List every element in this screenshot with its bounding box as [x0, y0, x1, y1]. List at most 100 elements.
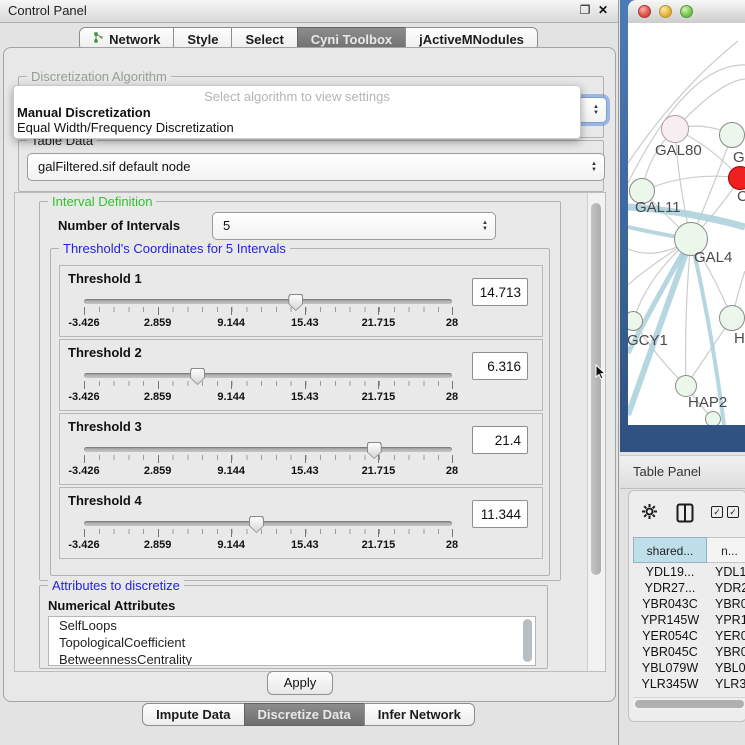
tick-label: 15.43	[291, 539, 319, 551]
table-row[interactable]: YDL19...YDL1	[633, 565, 745, 581]
threshold-1-row: Threshold 1 -3.426 2.859 9.144 15.43 21.…	[59, 265, 543, 337]
network-view-window[interactable]: GAL80 GA C GAL11 GAL4 GCY1 H HAP2	[620, 0, 745, 452]
zoom-traffic-light-icon[interactable]	[680, 5, 693, 18]
network-canvas[interactable]: GAL80 GA C GAL11 GAL4 GCY1 H HAP2	[628, 23, 745, 425]
tick-label: 21.715	[362, 465, 396, 477]
interval-definition-group: Interval Definition Number of Intervals …	[39, 201, 561, 581]
table-row[interactable]: YIL052CYIL0	[633, 693, 745, 695]
number-of-intervals-combobox[interactable]: 5 ▲▼	[212, 212, 496, 240]
threshold-2-row: Threshold 2 -3.426 2.859 9.144 15.43 21.…	[59, 339, 543, 411]
threshold-2-label: Threshold 2	[68, 345, 142, 360]
float-window-icon[interactable]: ❐	[578, 3, 592, 17]
apply-button[interactable]: Apply	[267, 671, 333, 695]
numerical-attributes-list[interactable]: SelfLoops TopologicalCoefficient Between…	[48, 616, 536, 666]
mouse-cursor	[595, 364, 607, 385]
table-panel-title: Table Panel	[633, 464, 701, 479]
cyni-toolbox-panel: Discretization Algorithm ▲▼ Select algor…	[3, 47, 616, 702]
tab-discretize-data[interactable]: Discretize Data	[244, 703, 365, 726]
control-panel-titlebar: Control Panel ❐ ✕	[0, 0, 618, 23]
tick-label: 15.43	[291, 317, 319, 329]
table-row[interactable]: YLR345WYLR3	[633, 677, 745, 693]
tick-label: -3.426	[68, 465, 99, 477]
tab-network-label: Network	[109, 32, 160, 47]
popup-prompt-item[interactable]: Select algorithm to view settings	[14, 89, 580, 104]
table-panel-section: Table Panel ✓ ✓ shared... n... YDL19...Y…	[620, 452, 745, 745]
tick-label: 15.43	[291, 391, 319, 403]
threshold-3-value-field[interactable]: 21.4	[472, 426, 528, 454]
node-label-c: C	[737, 188, 745, 205]
list-item[interactable]: SelfLoops	[49, 617, 535, 634]
number-of-intervals-label: Number of Intervals	[58, 218, 180, 233]
node-selected-red[interactable]	[728, 166, 745, 190]
close-traffic-light-icon[interactable]	[638, 5, 651, 18]
column-header-name[interactable]: n...	[707, 537, 745, 563]
list-item[interactable]: BetweennessCentrality	[49, 651, 535, 666]
table-row[interactable]: YPR145WYPR1	[633, 613, 745, 629]
column-header-shared-name[interactable]: shared...	[633, 537, 707, 563]
tick-label: 28	[446, 539, 458, 551]
table-data-combobox-value: galFiltered.sif default node	[38, 159, 190, 174]
close-icon[interactable]: ✕	[596, 3, 610, 17]
attributes-group-title: Attributes to discretize	[48, 578, 184, 593]
split-columns-icon[interactable]	[676, 503, 694, 528]
table-rows: YDL19...YDL1 YDR27...YDR2 YBR043CYBR0 YP…	[633, 565, 745, 695]
column-visibility-checkbox-icons[interactable]: ✓ ✓	[711, 506, 739, 518]
horizontal-scrollbar-thumb[interactable]	[635, 700, 744, 708]
table-row[interactable]: YBR045CYBR0	[633, 645, 745, 661]
scrollbar-thumb[interactable]	[591, 203, 601, 575]
slider-track[interactable]	[84, 521, 452, 526]
scrollbar-track[interactable]	[587, 193, 605, 671]
node-label-gal80: GAL80	[655, 142, 702, 159]
number-of-intervals-value: 5	[223, 218, 230, 233]
threshold-4-value-field[interactable]: 11.344	[472, 500, 528, 528]
slider-track[interactable]	[84, 299, 452, 304]
network-window-titlebar[interactable]	[628, 0, 745, 24]
horizontal-scrollbar-track[interactable]	[633, 697, 745, 710]
slider-minor-ticks	[84, 529, 453, 534]
list-scrollbar-thumb[interactable]	[523, 619, 532, 662]
list-item[interactable]: TopologicalCoefficient	[49, 634, 535, 651]
node-ga[interactable]	[719, 122, 745, 148]
node-label-hap2: HAP2	[688, 394, 727, 411]
slider-track[interactable]	[84, 373, 452, 378]
slider-track[interactable]	[84, 447, 452, 452]
combo-stepper-icon: ▲▼	[593, 104, 599, 116]
tick-label: 28	[446, 317, 458, 329]
popup-option-equal-width-frequency[interactable]: Equal Width/Frequency Discretization	[17, 120, 234, 135]
tick-label: 15.43	[291, 465, 319, 477]
threshold-4-slider[interactable]: -3.426 2.859 9.144 15.43 21.715 28	[84, 516, 452, 554]
threshold-3-slider[interactable]: -3.426 2.859 9.144 15.43 21.715 28	[84, 442, 452, 480]
tab-infer-network[interactable]: Infer Network	[364, 703, 475, 726]
checkbox-icon[interactable]: ✓	[711, 506, 723, 518]
node-gal80[interactable]	[661, 115, 689, 143]
table-data-combobox[interactable]: galFiltered.sif default node ▲▼	[27, 153, 605, 181]
tick-label: 28	[446, 465, 458, 477]
threshold-2-slider[interactable]: -3.426 2.859 9.144 15.43 21.715 28	[84, 368, 452, 406]
combo-stepper-icon: ▲▼	[482, 220, 488, 232]
minimize-traffic-light-icon[interactable]	[659, 5, 672, 18]
popup-option-manual-discretization[interactable]: Manual Discretization	[17, 105, 151, 120]
threshold-2-value-field[interactable]: 6.316	[472, 352, 528, 380]
table-row[interactable]: YDR27...YDR2	[633, 581, 745, 597]
table-panel: ✓ ✓ shared... n... YDL19...YDL1 YDR27...…	[628, 490, 745, 722]
table-row[interactable]: YBL079WYBL0	[633, 661, 745, 677]
tab-impute-data[interactable]: Impute Data	[142, 703, 244, 726]
node-partial[interactable]	[705, 411, 721, 425]
threshold-1-label: Threshold 1	[68, 271, 142, 286]
checkbox-icon[interactable]: ✓	[727, 506, 739, 518]
tick-label: 28	[446, 391, 458, 403]
threshold-3-label: Threshold 3	[68, 419, 142, 434]
node-label-gcy1: GCY1	[628, 332, 668, 349]
tick-label: 21.715	[362, 539, 396, 551]
tick-label: 2.859	[144, 317, 172, 329]
threshold-1-slider[interactable]: -3.426 2.859 9.144 15.43 21.715 28	[84, 294, 452, 332]
threshold-1-value-field[interactable]: 14.713	[472, 278, 528, 306]
gear-icon[interactable]	[641, 503, 658, 525]
network-icon	[93, 31, 104, 47]
table-row[interactable]: YBR043CYBR0	[633, 597, 745, 613]
table-row[interactable]: YER054CYER0	[633, 629, 745, 645]
thresholds-group-title: Threshold's Coordinates for 5 Intervals	[59, 241, 290, 256]
tick-label: 9.144	[217, 539, 245, 551]
node-h[interactable]	[719, 305, 745, 331]
tick-label: -3.426	[68, 539, 99, 551]
